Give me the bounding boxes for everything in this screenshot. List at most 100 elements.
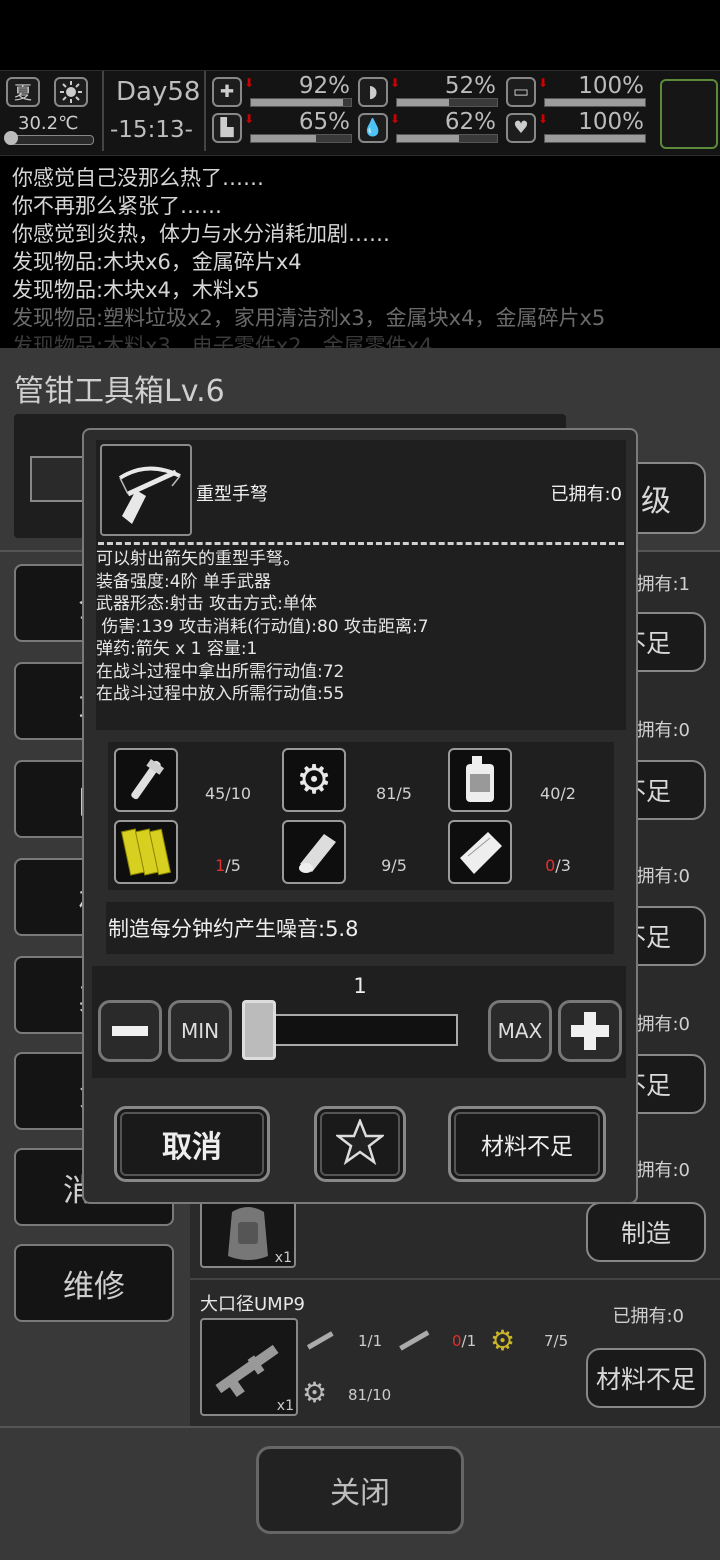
- material-count: 0/1: [452, 1332, 477, 1350]
- stat-percent: 100%: [578, 73, 644, 99]
- stat-meter: ⬇ 100%: [538, 73, 646, 107]
- log-line: 你感觉到炎热，体力与水分消耗加剧……: [12, 222, 390, 246]
- wood-planks-icon: [114, 820, 178, 884]
- backpack-icon: x1: [200, 1200, 296, 1268]
- craft-button[interactable]: 材料不足: [586, 1348, 706, 1408]
- stat-meter: ⬇ 65%: [244, 109, 352, 143]
- close-button[interactable]: 关闭: [256, 1446, 464, 1534]
- down-arrow-icon: ⬇: [390, 76, 401, 90]
- event-log: 你感觉自己没那么热了…… 你不再那么紧张了…… 你感觉到炎热，体力与水分消耗加剧…: [12, 164, 605, 360]
- description-line: 在战斗过程中放入所需行动值:55: [96, 684, 345, 704]
- sidebar-item-repair[interactable]: 维修: [14, 1244, 174, 1322]
- owned-count: 拥有:0: [636, 866, 690, 887]
- stat-bar-fill: [397, 135, 459, 142]
- slider-thumb[interactable]: [242, 1000, 276, 1060]
- hand-crossbow-icon: [100, 444, 192, 536]
- stat-bar-fill: [545, 135, 645, 142]
- divider: [98, 542, 624, 545]
- medkit-icon: ✚: [212, 77, 242, 107]
- boot-icon: ▙: [212, 113, 242, 143]
- item-description: 可以射出箭矢的重型手弩。 装备强度:4阶 单手武器 武器形态:射击 攻击方式:单…: [96, 548, 429, 706]
- log-line: 发现物品:木块x4，木料x5: [12, 278, 260, 302]
- pipe-icon: [396, 1326, 432, 1354]
- stat-bar: [396, 98, 498, 107]
- description-line: 在战斗过程中拿出所需行动值:72: [96, 661, 345, 682]
- stat-bar: [396, 134, 498, 143]
- owned-count: 拥有:0: [636, 720, 690, 741]
- favorite-button[interactable]: [314, 1106, 406, 1182]
- cancel-button[interactable]: 取消: [114, 1106, 270, 1182]
- quantity-value: 1: [353, 974, 367, 998]
- down-arrow-icon: ⬇: [538, 112, 549, 126]
- stat-percent: 65%: [298, 109, 350, 135]
- stat-bar: [544, 98, 646, 107]
- stat-bar-fill: [251, 99, 343, 106]
- stat-bar: [250, 134, 352, 143]
- toolbox-icon: [30, 456, 84, 502]
- cloth-roll-icon: [282, 820, 346, 884]
- increase-button[interactable]: [558, 1000, 622, 1062]
- panel-title: 管钳工具箱Lv.6: [14, 374, 225, 409]
- craft-button[interactable]: 制造: [586, 1202, 706, 1262]
- gears-icon: ⚙: [302, 1376, 328, 1409]
- owned-count: 拥有:0: [636, 1014, 690, 1035]
- material-count: 1/5: [215, 856, 241, 875]
- stat-bar-fill: [545, 99, 645, 106]
- pipe-icon: [114, 748, 178, 812]
- max-button[interactable]: MAX: [488, 1000, 552, 1062]
- clock: -15:13-: [110, 117, 193, 143]
- stat-meter: ⬇ 92%: [244, 73, 352, 107]
- material-count: 81/5: [376, 784, 412, 803]
- stat-bar: [250, 98, 352, 107]
- description-line: 可以射出箭矢的重型手弩。: [96, 549, 300, 569]
- down-arrow-icon: ⬇: [538, 76, 549, 90]
- status-bar: 夏 30.2℃ Day58 -15:13- ✚ ⬇ 92% ◗ ⬇ 52% ▭ ⬇ 100% ▙ ⬇…: [0, 70, 720, 156]
- quantity-selector: 1 MIN MAX: [92, 966, 626, 1078]
- down-arrow-icon: ⬇: [390, 112, 401, 126]
- noise-info: 制造每分钟约产生噪音:5.8: [106, 902, 614, 954]
- season-icon: 夏: [6, 77, 40, 107]
- equipped-slot[interactable]: [660, 79, 718, 149]
- thermometer: 30.2℃: [4, 113, 94, 145]
- material-count: 1/1: [358, 1332, 383, 1350]
- metal-sheet-icon: [448, 820, 512, 884]
- craft-button[interactable]: 材料不足: [448, 1106, 606, 1182]
- stat-percent: 52%: [444, 73, 496, 99]
- stomach-icon: ◗: [358, 77, 388, 107]
- material-count: 9/5: [381, 856, 407, 875]
- min-button[interactable]: MIN: [168, 1000, 232, 1062]
- materials-grid: 45/10 ⚙ 81/5 40/2 1/5 9/5 0/3: [108, 742, 614, 890]
- owned-count: 已拥有:0: [612, 1306, 684, 1327]
- item-name: 重型手弩: [196, 484, 268, 505]
- temperature-value: 30.2℃: [18, 113, 79, 134]
- log-line: 发现物品:塑料垃圾x2，家用清洁剂x3，金属块x4，金属碎片x5: [12, 306, 606, 330]
- material-count: 40/2: [540, 784, 576, 803]
- owned-count: 已拥有:0: [550, 484, 622, 505]
- description-line: 弹药:箭矢 x 1 容量:1: [96, 639, 258, 659]
- quantity-slider[interactable]: [242, 1000, 458, 1060]
- jerrycan-icon: [448, 748, 512, 812]
- owned-count: 拥有:0: [636, 1160, 690, 1181]
- day-counter: Day58: [116, 77, 201, 107]
- material-count: 81/10: [348, 1386, 392, 1404]
- gears-icon: ⚙: [282, 748, 346, 812]
- stat-bar-fill: [251, 135, 316, 142]
- stat-meter: ⬇ 52%: [390, 73, 498, 107]
- owned-count: 拥有:1: [636, 574, 690, 595]
- rifle-icon: x1: [200, 1318, 298, 1416]
- heart-icon: ♥: [506, 113, 536, 143]
- log-line: 发现物品:木块x6，金属碎片x4: [12, 250, 302, 274]
- material-count: 7/5: [544, 1332, 569, 1350]
- stat-meter: ⬇ 62%: [390, 109, 498, 143]
- material-count: 45/10: [204, 784, 252, 803]
- material-count: 0/3: [545, 856, 571, 875]
- gears-icon: ⚙: [490, 1324, 516, 1357]
- down-arrow-icon: ⬇: [244, 112, 255, 126]
- pill-icon: ▭: [506, 77, 536, 107]
- rifle-part-icon: [304, 1326, 336, 1354]
- decrease-button[interactable]: [98, 1000, 162, 1062]
- description-line: 武器形态:射击 攻击方式:单体: [96, 594, 317, 614]
- recipe-name: 大口径UMP9: [200, 1294, 306, 1315]
- quantity-label: x1: [276, 1398, 294, 1414]
- sun-icon: [54, 77, 88, 107]
